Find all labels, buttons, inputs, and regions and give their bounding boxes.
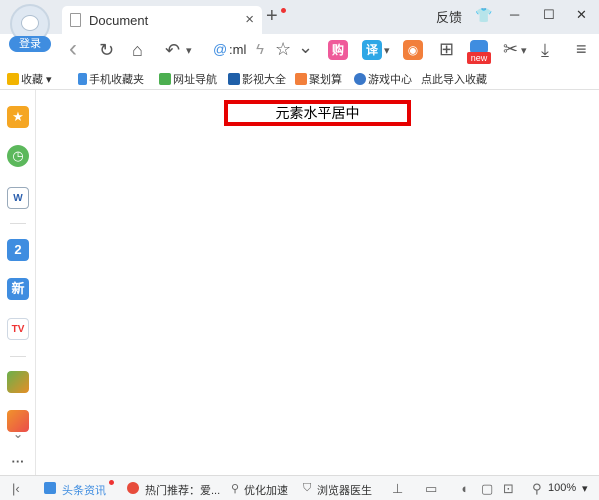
bookmark-label: 游戏中心 [368,74,412,86]
cut-dropdown-icon[interactable]: ▾ [521,40,527,62]
news-icon [44,482,56,495]
sidebar-scroll-down-icon[interactable]: ⌄ [10,428,26,440]
phone-icon [78,73,87,85]
bookmark-label: 收藏 [21,74,43,86]
main-menu-icon[interactable]: ≡ [576,38,587,60]
shopping-icon[interactable]: 购 [328,40,348,60]
back-icon[interactable]: ‹ [69,37,77,61]
sidebar-favorites-icon[interactable]: ★ [7,106,29,128]
sound-icon[interactable]: ◖ [460,481,468,496]
shield-icon: ⛉ [303,482,312,494]
network-icon[interactable]: ⊥ [392,481,403,497]
undo-dropdown-icon[interactable]: ▾ [186,40,192,62]
bookmark-import[interactable]: 点此导入收藏 [421,71,487,87]
bookmark-label: 聚划算 [309,74,342,86]
bookmark-web-nav[interactable]: 网址导航 [159,71,217,87]
globe-icon [159,73,171,85]
translate-dropdown-icon[interactable]: ▾ [384,40,390,62]
apps-grid-icon[interactable]: ⊞ [439,38,454,60]
skin-icon[interactable]: 👕 [475,7,492,24]
bookmark-label: 手机收藏夹 [89,74,144,86]
document-icon [70,13,81,27]
bookmark-video[interactable]: 影视大全 [228,71,286,87]
tab-close-icon[interactable]: × [245,11,254,28]
zoom-icon[interactable]: ⚲ [532,481,542,497]
screenshot-cut-icon[interactable]: ✂ [503,38,518,60]
hot-icon [127,482,139,495]
sidebar-history-icon[interactable]: ◷ [7,145,29,167]
rocket-icon: ⚲ [231,483,240,495]
favorite-star-icon[interactable]: ☆ [275,38,291,60]
status-window-icon[interactable]: ▢ [481,481,493,497]
centered-text-box: 元素水平居中 [224,100,411,126]
login-button[interactable]: 登录 [9,36,51,52]
undo-icon[interactable]: ↶ [165,39,180,61]
avatar-face-icon [21,15,39,31]
feedback-button[interactable]: 反馈 [436,7,462,26]
sidebar-news-icon[interactable]: 新 [7,278,29,300]
reload-icon[interactable]: ↻ [99,39,114,61]
fullscreen-icon[interactable]: ⊡ [503,481,514,497]
deal-icon [295,73,307,85]
new-badge: new [467,52,491,64]
browser-doctor-button[interactable]: 浏览器医生 [317,482,372,498]
speed-mode-icon[interactable]: ϟ [256,39,264,61]
translate-icon[interactable]: 译 [362,40,382,60]
optimize-button[interactable]: 优化加速 [244,482,288,498]
collapse-sidebar-icon[interactable]: |‹ [12,481,20,496]
star-icon [7,73,19,85]
bookmark-game-center[interactable]: 游戏中心 [354,71,412,87]
hot-recommend-link[interactable]: 热门推荐：爱... [145,482,220,498]
sidebar-item-2-icon[interactable]: 2 [7,239,29,261]
game-icon[interactable]: ◉ [403,40,423,60]
address-input[interactable]: :ml [229,42,246,57]
address-protocol-icon: @ [213,41,228,57]
bookmark-label: 网址导航 [173,74,217,86]
sidebar-tv-icon[interactable]: TV [7,318,29,340]
maximize-icon[interactable]: ☐ [543,7,555,23]
bookmark-label: 影视大全 [242,74,286,86]
video-icon [228,73,240,85]
sidebar-game-thumbnail-icon[interactable] [7,371,29,393]
bookmark-juhuasuan[interactable]: 聚划算 [295,71,342,87]
tab-document[interactable]: Document × [62,6,262,34]
zoom-level[interactable]: 100% [548,482,576,494]
page-content: 元素水平居中 [37,91,599,475]
close-window-icon[interactable]: ✕ [576,7,587,23]
zoom-dropdown-icon[interactable]: ▾ [582,482,588,495]
bookmark-mobile-favorites[interactable]: 手机收藏夹 [78,71,144,87]
new-tab-notification-dot [281,8,286,13]
address-dropdown-icon[interactable]: ⌄ [298,36,313,58]
sidebar-more-icon[interactable]: ··· [7,451,29,473]
bookmarks-bar: 收藏 ▾ 手机收藏夹 网址导航 影视大全 聚划算 游戏中心 点此导入收藏 [0,66,599,90]
sidebar-divider [10,223,26,224]
sidebar-word-icon[interactable]: W [7,187,29,209]
news-notification-dot [109,480,114,485]
status-bar: |‹ 头条资讯 热门推荐：爱... ⚲ 优化加速 ⛉ 浏览器医生 ⊥ ▭ ◖ ▢… [0,475,599,500]
bookmark-favorites[interactable]: 收藏 ▾ [7,71,52,87]
sidebar: ★ ◷ W 2 新 TV ⌄ ··· [0,90,36,475]
home-icon[interactable]: ⌂ [132,39,143,61]
sidebar-divider [10,356,26,357]
gamepad-icon [354,73,366,85]
download-icon[interactable]: ⤓ [541,39,549,61]
minimize-icon[interactable]: ─ [510,7,519,22]
news-link[interactable]: 头条资讯 [62,482,106,498]
new-tab-button[interactable]: + [266,5,278,28]
status-tool-icon[interactable]: ▭ [425,481,437,497]
tab-title: Document [89,13,149,28]
